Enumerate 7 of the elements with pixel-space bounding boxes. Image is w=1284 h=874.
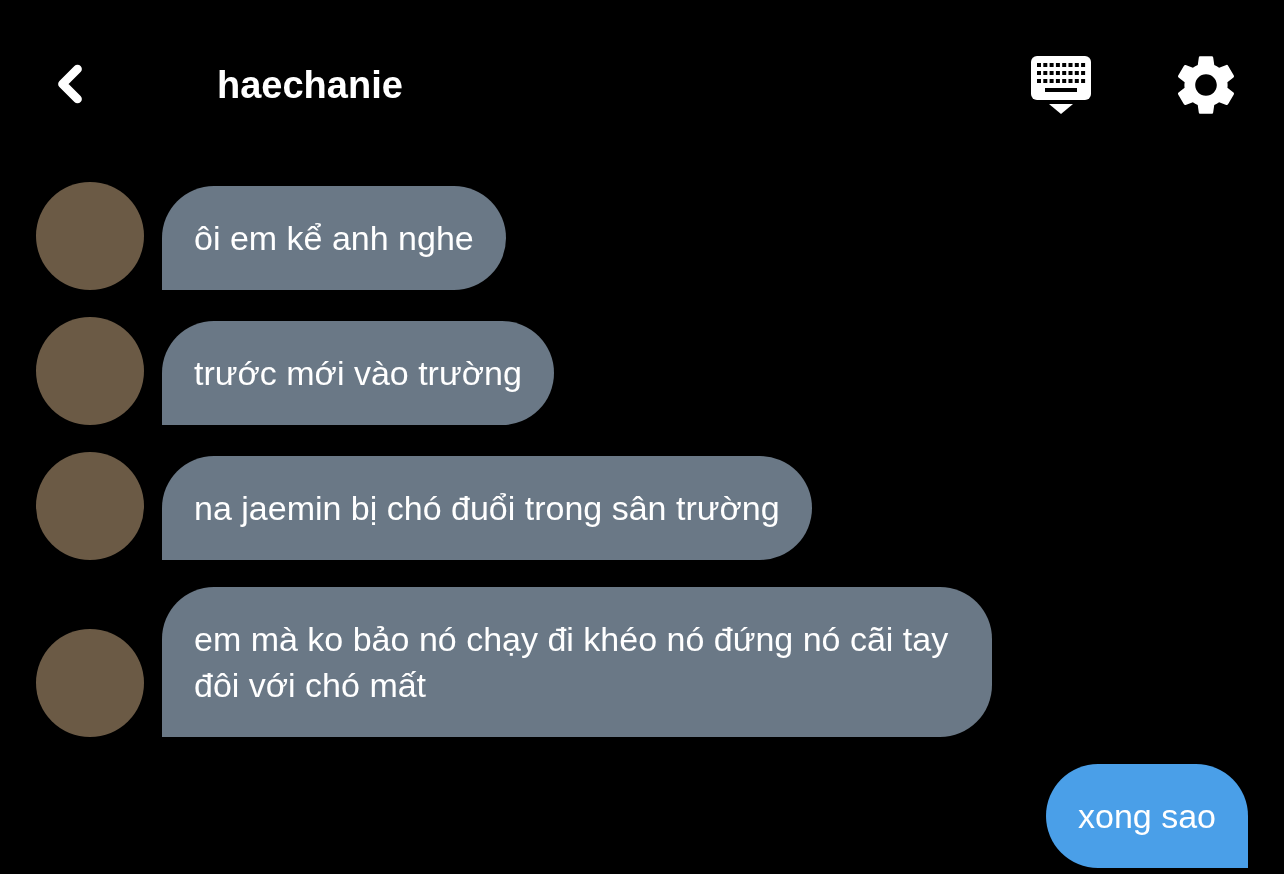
keyboard-icon[interactable] <box>1030 55 1092 115</box>
received-message: trước mới vào trường <box>162 321 554 425</box>
received-message: em mà ko bảo nó chạy đi khéo nó đứng nó cãi tay đôi với chó mất <box>162 587 992 737</box>
received-message: na jaemin bị chó đuổi trong sân trường <box>162 456 812 560</box>
sent-message: xong sao <box>1046 764 1248 868</box>
received-message: ôi em kể anh nghe <box>162 186 506 290</box>
chat-title: haechanie <box>217 62 403 108</box>
